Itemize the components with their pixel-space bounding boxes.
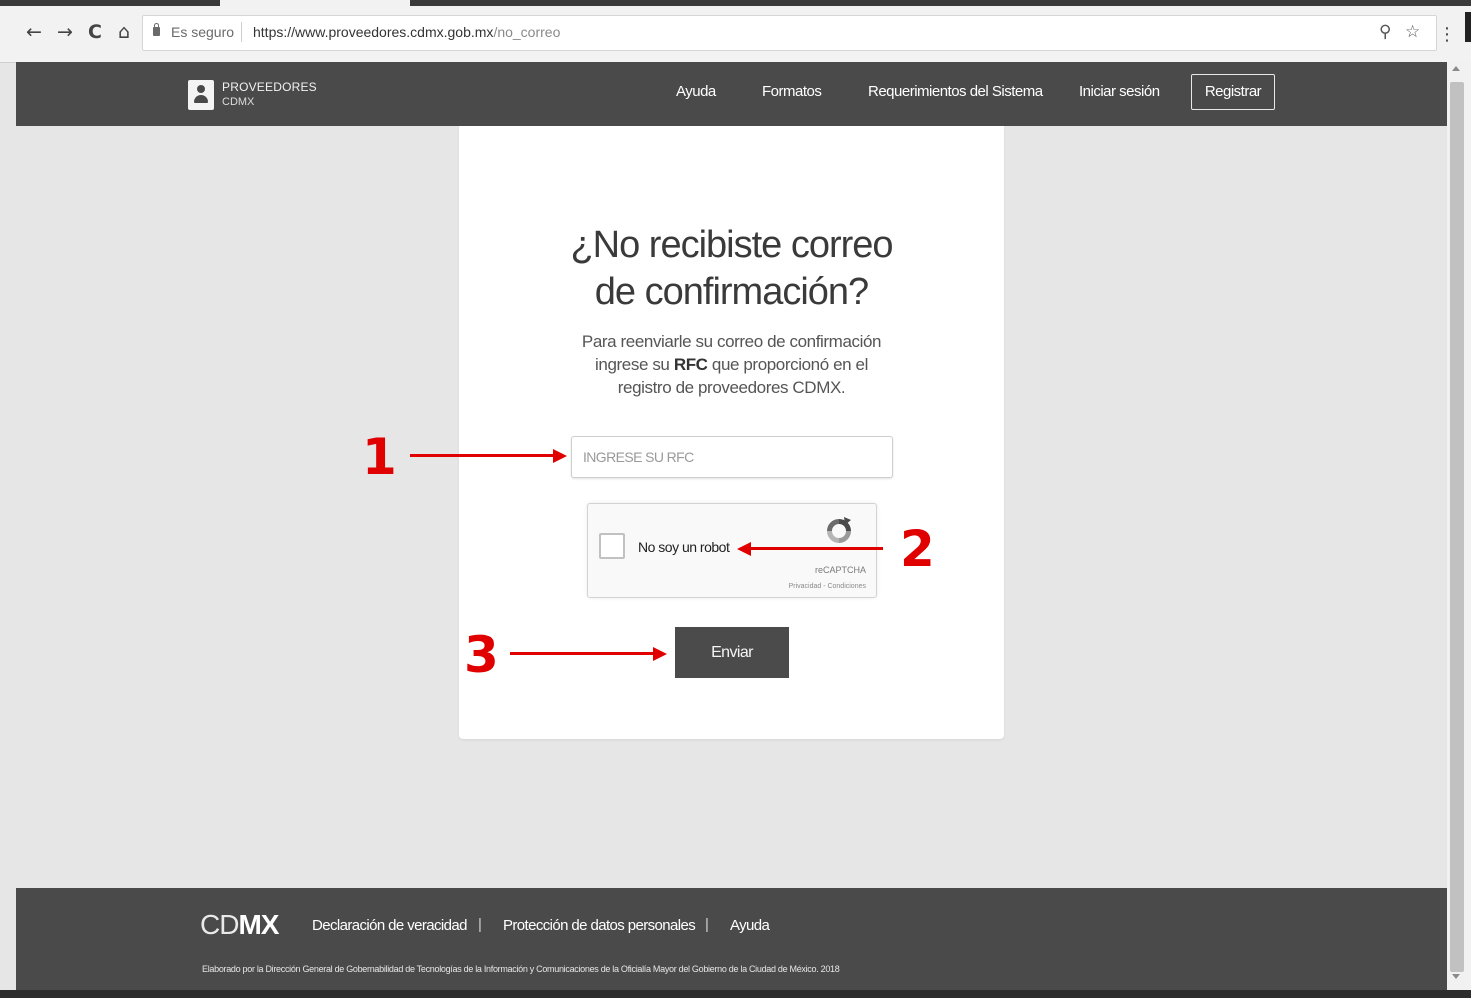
annotation-arrow-line-1 xyxy=(410,454,555,457)
logo-title[interactable]: PROVEEDORES xyxy=(222,80,317,94)
submit-button[interactable]: Enviar xyxy=(675,627,789,678)
desc-line-2-start: ingrese su xyxy=(595,355,674,374)
resend-form-card: ¿No recibiste correo de confirmación? Pa… xyxy=(459,126,1004,739)
zoom-icon[interactable]: ⚲ xyxy=(1379,22,1391,42)
recaptcha-logo-icon xyxy=(827,517,851,543)
arrow-right-icon xyxy=(653,647,667,661)
annotation-arrow-line-3 xyxy=(510,652,655,655)
recaptcha-label: No soy un robot xyxy=(638,539,730,555)
recaptcha-checkbox[interactable] xyxy=(599,533,625,559)
footer-separator: | xyxy=(705,916,709,933)
lock-icon xyxy=(153,23,160,36)
bookmark-star-icon[interactable]: ☆ xyxy=(1405,22,1420,42)
browser-toolbar: ← → C ⌂ Es seguro https://www.proveedore… xyxy=(0,6,1471,63)
address-bar[interactable]: Es seguro https://www.proveedores.cdmx.g… xyxy=(142,15,1437,51)
scroll-thumb[interactable] xyxy=(1450,82,1464,972)
footer-link-veracidad[interactable]: Declaración de veracidad xyxy=(312,917,467,934)
footer-logo[interactable]: CDMX xyxy=(200,909,279,941)
window-edge xyxy=(1465,12,1471,42)
secure-label: Es seguro xyxy=(171,24,235,40)
nav-iniciar-sesion[interactable]: Iniciar sesión xyxy=(1079,83,1160,100)
annotation-number-1: 1 xyxy=(362,428,397,486)
annotation-number-2: 2 xyxy=(900,520,935,578)
user-logo-icon[interactable] xyxy=(188,80,214,110)
annotation-arrow-line-2 xyxy=(750,547,883,550)
back-icon[interactable]: ← xyxy=(22,20,46,44)
register-button[interactable]: Registrar xyxy=(1191,74,1275,110)
arrow-left-icon xyxy=(737,542,751,556)
page-scrollbar[interactable] xyxy=(1447,62,1471,998)
recaptcha-terms-link[interactable]: Privacidad - Condiciones xyxy=(789,583,866,590)
page-title: ¿No recibiste correo de confirmación? xyxy=(459,222,1004,316)
title-line-2: de confirmación? xyxy=(594,271,869,313)
scroll-up-icon[interactable] xyxy=(1452,66,1460,71)
footer-separator: | xyxy=(478,916,482,933)
footer-logo-bold: MX xyxy=(238,909,279,940)
desc-line-1: Para reenviarle su correo de confirmació… xyxy=(581,332,882,351)
footer-credits: Elaborado por la Dirección General de Go… xyxy=(202,964,840,974)
desc-line-3: registro de proveedores CDMX. xyxy=(617,378,846,397)
recaptcha-widget: No soy un robot reCAPTCHA Privacidad - C… xyxy=(587,503,877,598)
footer-logo-light: CD xyxy=(200,909,239,940)
recaptcha-brand: reCAPTCHA xyxy=(814,565,866,575)
home-icon[interactable]: ⌂ xyxy=(112,20,136,44)
annotation-number-3: 3 xyxy=(464,626,499,684)
desc-line-2-end: que proporcionó en el xyxy=(707,355,868,374)
footer-link-proteccion-datos[interactable]: Protección de datos personales xyxy=(503,917,696,934)
site-footer: CDMX Declaración de veracidad | Protecci… xyxy=(16,888,1447,990)
rfc-emphasis: RFC xyxy=(673,355,708,374)
reload-icon[interactable]: C xyxy=(83,20,107,44)
title-line-1: ¿No recibiste correo xyxy=(570,224,893,266)
nav-formatos[interactable]: Formatos xyxy=(762,83,822,100)
taskbar-edge xyxy=(0,990,1471,998)
rfc-input[interactable] xyxy=(571,436,893,478)
url-host: https://www.proveedores.cdmx.gob.mx xyxy=(253,24,494,40)
nav-requerimientos[interactable]: Requerimientos del Sistema xyxy=(868,83,1043,100)
scroll-down-icon[interactable] xyxy=(1452,974,1460,979)
instructions-text: Para reenviarle su correo de confirmació… xyxy=(459,330,1004,399)
browser-menu-icon[interactable]: ⋮ xyxy=(1438,24,1456,45)
site-header: PROVEEDORES CDMX Ayuda Formatos Requerim… xyxy=(16,62,1447,126)
arrow-right-icon xyxy=(553,449,567,463)
desc-line-2: ingrese su RFC que proporcionó en el xyxy=(459,353,1004,376)
logo-subtitle[interactable]: CDMX xyxy=(222,96,254,108)
url-text[interactable]: https://www.proveedores.cdmx.gob.mx/no_c… xyxy=(253,24,560,40)
footer-link-ayuda[interactable]: Ayuda xyxy=(730,917,770,934)
url-path: /no_correo xyxy=(493,24,561,40)
forward-icon[interactable]: → xyxy=(53,20,77,44)
address-divider xyxy=(241,22,242,42)
nav-ayuda[interactable]: Ayuda xyxy=(676,83,716,100)
